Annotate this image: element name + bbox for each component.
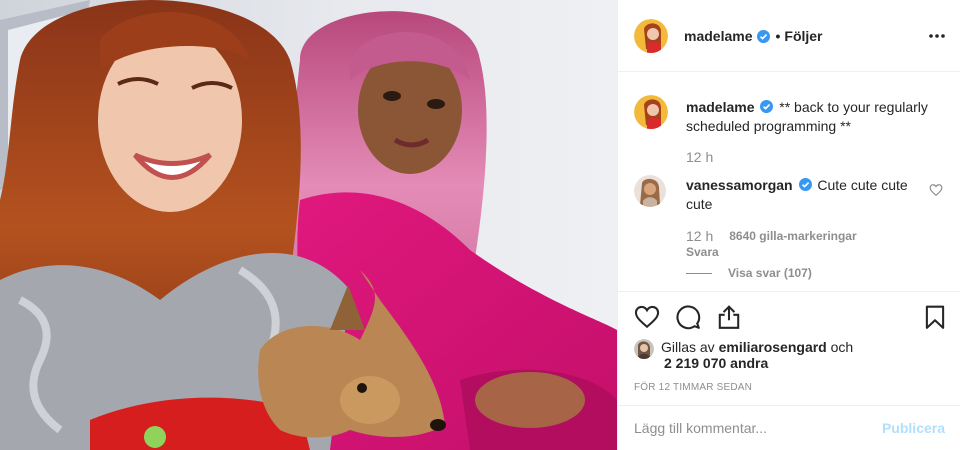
comment-icon[interactable] bbox=[675, 304, 701, 330]
caption-time[interactable]: 12 h bbox=[686, 149, 713, 165]
post-timestamp[interactable]: FÖR 12 TIMMAR SEDAN bbox=[634, 382, 752, 393]
liked-by-others[interactable]: 2 219 070 andra bbox=[664, 355, 768, 371]
avatar[interactable] bbox=[634, 339, 654, 359]
avatar[interactable] bbox=[634, 95, 668, 129]
bookmark-icon[interactable] bbox=[922, 304, 948, 330]
instagram-post: madelame • Följer madelame ** back to yo… bbox=[0, 0, 960, 450]
caption-username[interactable]: madelame bbox=[686, 99, 754, 115]
comment-input[interactable]: Lägg till kommentar... bbox=[634, 420, 864, 436]
comment-meta: 12 h 8640 gilla-markeringar bbox=[686, 228, 857, 244]
comment-likes[interactable]: 8640 gilla-markeringar bbox=[729, 229, 856, 244]
post-side-panel: madelame • Följer madelame ** back to yo… bbox=[617, 0, 960, 450]
share-icon[interactable] bbox=[716, 304, 742, 330]
heart-icon[interactable] bbox=[634, 304, 660, 330]
post-header: madelame • Följer bbox=[618, 0, 960, 72]
avatar[interactable] bbox=[634, 175, 666, 207]
liked-by-user[interactable]: emiliarosengard bbox=[719, 339, 827, 355]
liked-by-conj: och bbox=[830, 339, 854, 355]
verified-badge-icon bbox=[798, 178, 812, 191]
verified-badge-icon bbox=[760, 100, 774, 113]
replies-line bbox=[686, 272, 712, 274]
more-options-icon[interactable] bbox=[927, 26, 947, 46]
photo-of-two-women-and-dog bbox=[0, 0, 617, 450]
username-link[interactable]: madelame bbox=[684, 28, 752, 44]
reply-button[interactable]: Svara bbox=[686, 245, 719, 259]
header-user: madelame • Följer bbox=[684, 28, 823, 44]
comment-like-heart-icon[interactable] bbox=[929, 183, 943, 197]
avatar[interactable] bbox=[634, 19, 668, 53]
comments-section: madelame ** back to your regularly sched… bbox=[618, 72, 960, 290]
publish-button[interactable]: Publicera bbox=[882, 420, 945, 436]
following-button[interactable]: Följer bbox=[784, 28, 822, 44]
actions-area: Gillas av emiliarosengard och 2 219 070 … bbox=[618, 291, 960, 405]
caption-text: madelame ** back to your regularly sched… bbox=[686, 98, 936, 136]
liked-by-prefix: Gillas av bbox=[661, 339, 715, 355]
add-comment-bar: Lägg till kommentar... Publicera bbox=[618, 405, 960, 450]
view-replies-button[interactable]: Visa svar (107) bbox=[686, 266, 812, 280]
post-photo[interactable] bbox=[0, 0, 617, 450]
separator-dot: • bbox=[775, 28, 781, 44]
comment-time[interactable]: 12 h bbox=[686, 228, 713, 244]
view-replies-label: Visa svar (107) bbox=[728, 266, 812, 280]
verified-badge-icon bbox=[757, 29, 771, 43]
comment-username[interactable]: vanessamorgan bbox=[686, 177, 793, 193]
comment-text: vanessamorgan Cute cute cute cute bbox=[686, 176, 916, 214]
